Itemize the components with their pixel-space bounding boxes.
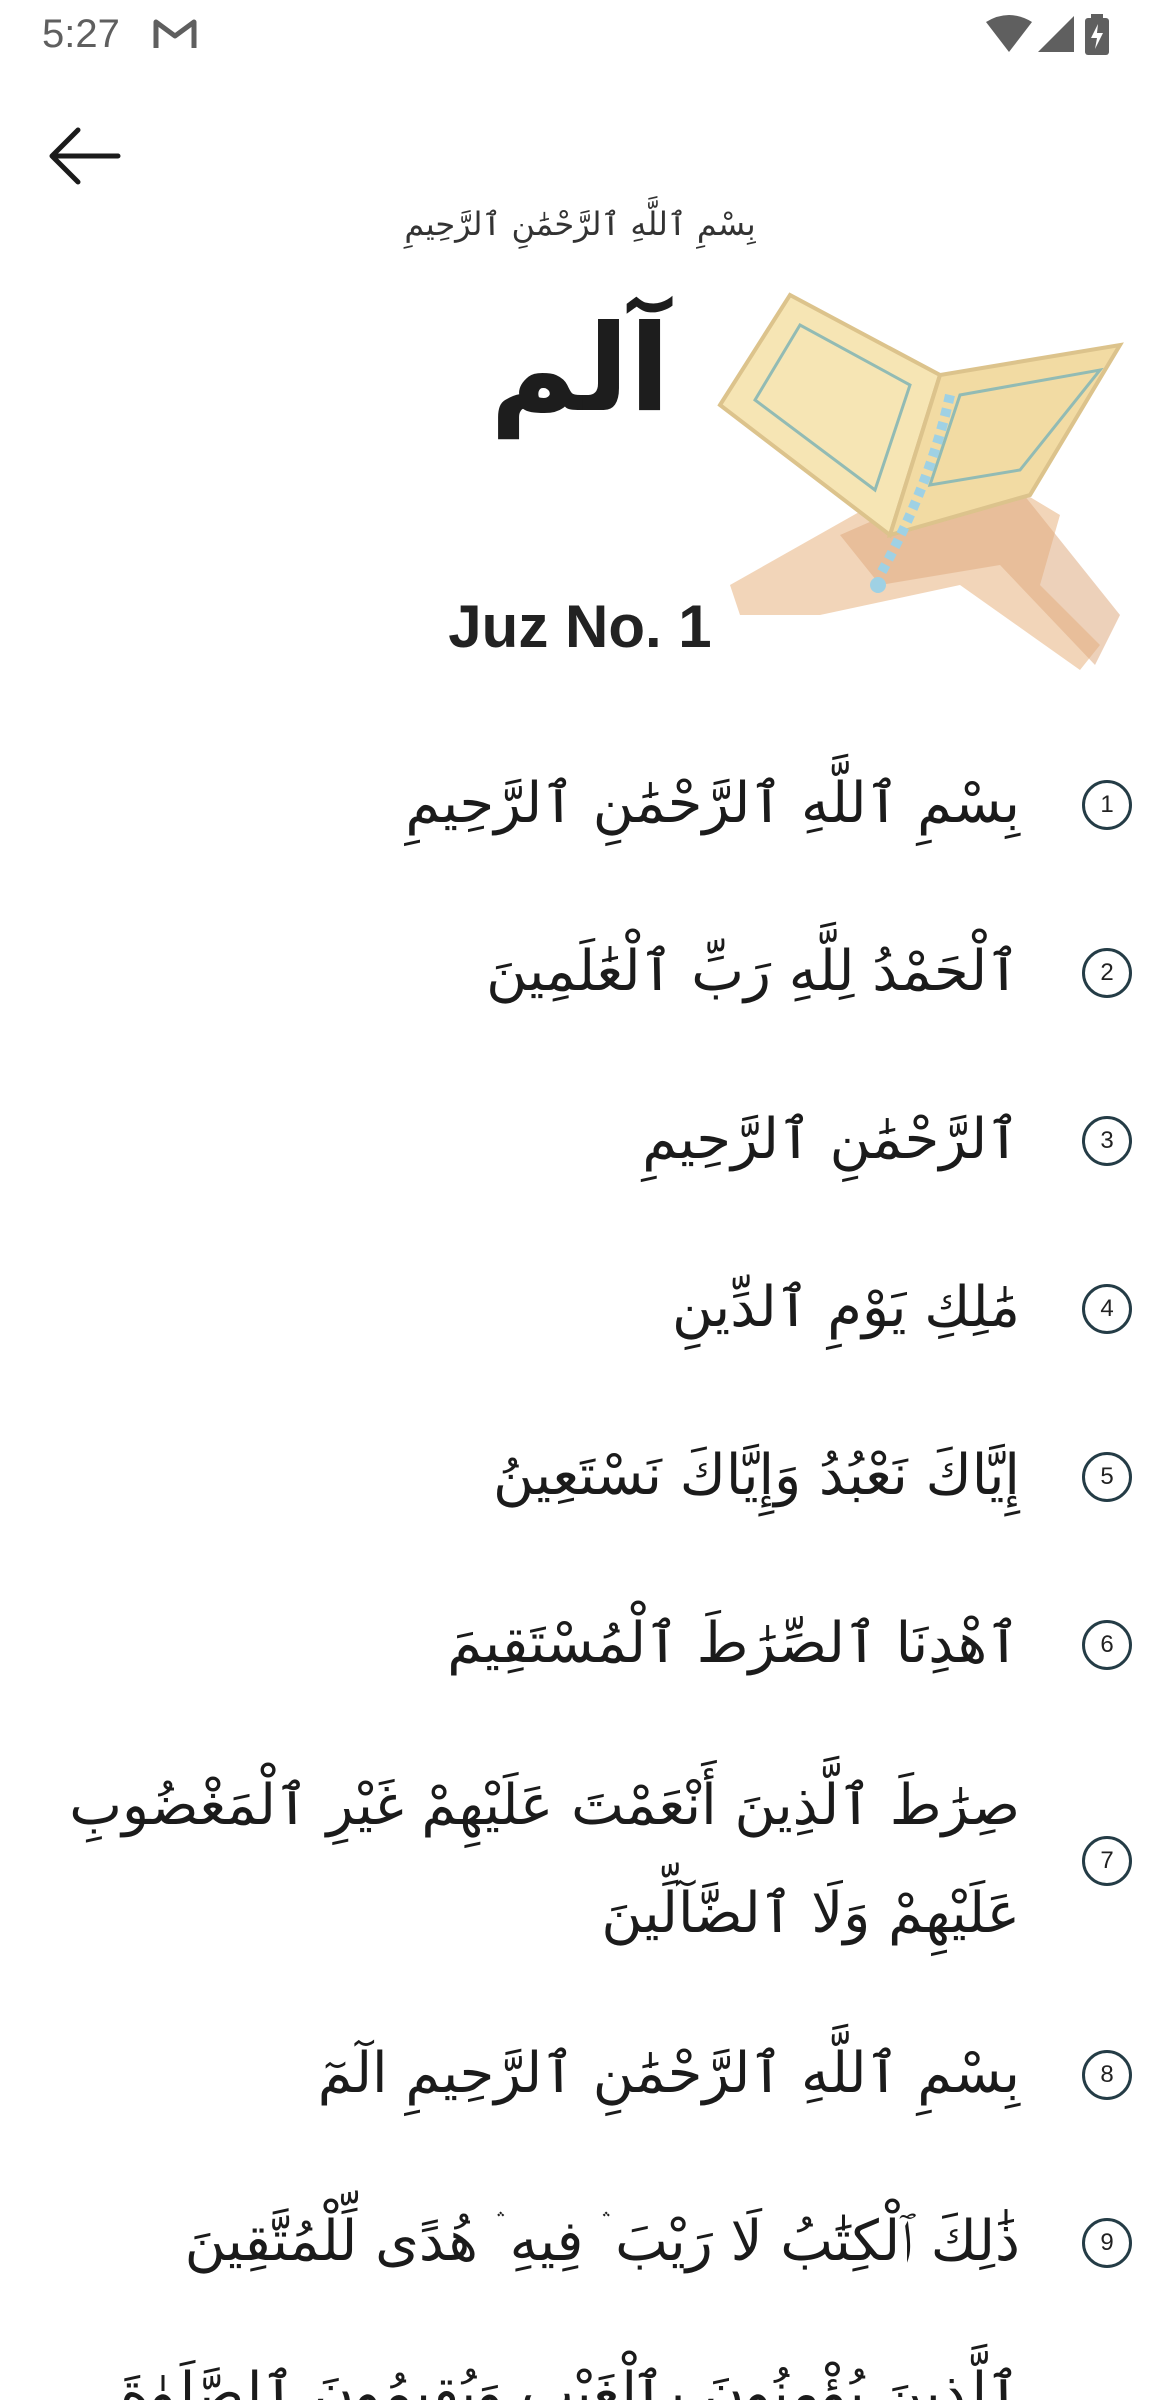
verse-number-badge: 8 — [1082, 2050, 1132, 2100]
verse-number-badge: 9 — [1082, 2218, 1132, 2268]
verse-text: ٱلَّذِينَ يُؤْمِنُونَ بِٱلْغَيْبِ وَيُقِ… — [119, 2361, 1020, 2400]
verse-item-1[interactable]: بِسْمِ ٱللَّهِ ٱلرَّحْمَٰنِ ٱلرَّحِيمِ 1 — [0, 750, 1160, 860]
bismillah-header: بِسْمِ ٱللَّهِ ٱلرَّحْمَٰنِ ٱلرَّحِيمِ — [404, 205, 756, 243]
verse-text: إِيَّاكَ نَعْبُدُ وَإِيَّاكَ نَسْتَعِينُ — [492, 1443, 1020, 1508]
back-button[interactable] — [42, 120, 126, 192]
verse-number-badge: 1 — [1082, 780, 1132, 830]
verse-text: مَٰلِكِ يَوْمِ ٱلدِّينِ — [671, 1275, 1020, 1340]
verse-item-2[interactable]: ٱلْحَمْدُ لِلَّهِ رَبِّ ٱلْعَٰلَمِينَ 2 — [0, 918, 1160, 1028]
wifi-icon — [986, 15, 1032, 52]
verse-item-4[interactable]: مَٰلِكِ يَوْمِ ٱلدِّينِ 4 — [0, 1254, 1160, 1364]
verse-number-badge: 2 — [1082, 948, 1132, 998]
verse-number-badge: 6 — [1082, 1620, 1132, 1670]
verse-item-5[interactable]: إِيَّاكَ نَعْبُدُ وَإِيَّاكَ نَسْتَعِينُ… — [0, 1422, 1160, 1532]
battery-icon — [1085, 14, 1109, 55]
verse-item-7[interactable]: صِرَٰطَ ٱلَّذِينَ أَنْعَمْتَ عَلَيْهِمْ … — [0, 1752, 1160, 1968]
verse-number-badge: 5 — [1082, 1452, 1132, 1502]
verse-text: بِسْمِ ٱللَّهِ ٱلرَّحْمَٰنِ ٱلرَّحِيمِ ا… — [317, 2041, 1020, 2106]
verse-item-8[interactable]: بِسْمِ ٱللَّهِ ٱلرَّحْمَٰنِ ٱلرَّحِيمِ ا… — [0, 2020, 1160, 2130]
arrow-left-icon — [49, 127, 121, 185]
verse-number-badge: 4 — [1082, 1284, 1132, 1334]
verse-number-badge: 7 — [1082, 1836, 1132, 1886]
verse-item-9[interactable]: ذَٰلِكَ ٱلْكِتَٰبُ لَا رَيْبَ ۛ فِيهِ ۛ … — [0, 2188, 1160, 2298]
gmail-icon — [152, 16, 198, 52]
juz-number-label: Juz No. 1 — [448, 593, 712, 660]
verse-text: ٱلْحَمْدُ لِلَّهِ رَبِّ ٱلْعَٰلَمِينَ — [486, 939, 1020, 1004]
verse-text: ذَٰلِكَ ٱلْكِتَٰبُ لَا رَيْبَ ۛ فِيهِ ۛ … — [184, 2209, 1020, 2274]
verse-text: صِرَٰطَ ٱلَّذِينَ أَنْعَمْتَ عَلَيْهِمْ … — [69, 1773, 1020, 1946]
status-bar: 5:27 — [0, 0, 1160, 70]
verse-text: ٱلرَّحْمَٰنِ ٱلرَّحِيمِ — [642, 1107, 1020, 1172]
status-time: 5:27 — [42, 12, 120, 56]
verse-item-6[interactable]: ٱهْدِنَا ٱلصِّرَٰطَ ٱلْمُسْتَقِيمَ 6 — [0, 1590, 1160, 1700]
verse-item-10[interactable]: ٱلَّذِينَ يُؤْمِنُونَ بِٱلْغَيْبِ وَيُقِ… — [0, 2340, 1160, 2400]
cellular-icon — [1038, 16, 1074, 52]
verse-item-3[interactable]: ٱلرَّحْمَٰنِ ٱلرَّحِيمِ 3 — [0, 1086, 1160, 1196]
verse-text: ٱهْدِنَا ٱلصِّرَٰطَ ٱلْمُسْتَقِيمَ — [447, 1611, 1020, 1676]
verse-number-badge: 3 — [1082, 1116, 1132, 1166]
verse-text: بِسْمِ ٱللَّهِ ٱلرَّحْمَٰنِ ٱلرَّحِيمِ — [405, 771, 1020, 836]
juz-arabic-title: آلم — [489, 300, 671, 439]
